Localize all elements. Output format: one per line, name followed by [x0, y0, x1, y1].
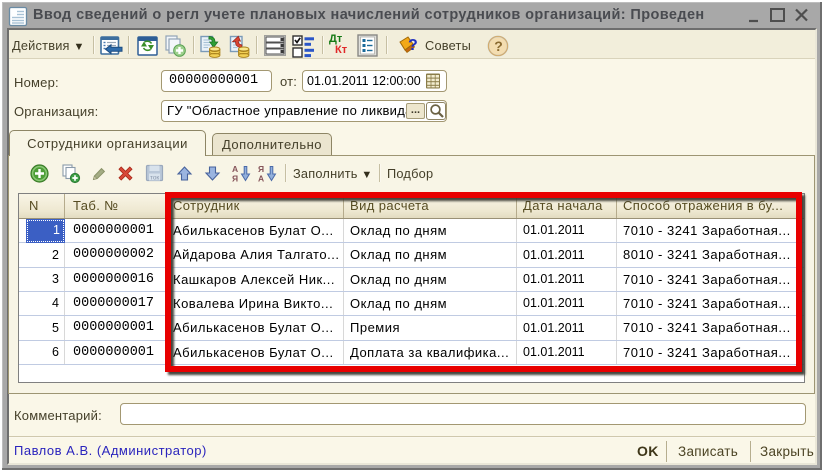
- svg-text:?: ?: [494, 38, 503, 54]
- svg-text:?: ?: [408, 37, 418, 54]
- svg-text:Я: Я: [232, 174, 238, 184]
- svg-text:А: А: [232, 164, 238, 174]
- svg-text:А: А: [258, 174, 264, 184]
- svg-text:Я: Я: [258, 164, 264, 174]
- svg-text:ток: ток: [150, 175, 159, 182]
